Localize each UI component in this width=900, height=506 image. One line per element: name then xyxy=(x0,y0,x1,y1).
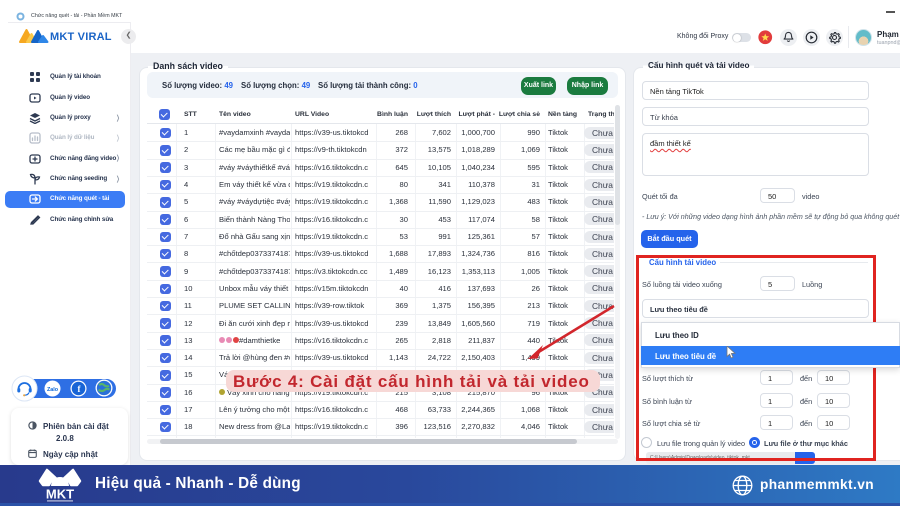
svg-text:MKT: MKT xyxy=(46,487,74,502)
svg-text:Zalo: Zalo xyxy=(47,387,59,393)
